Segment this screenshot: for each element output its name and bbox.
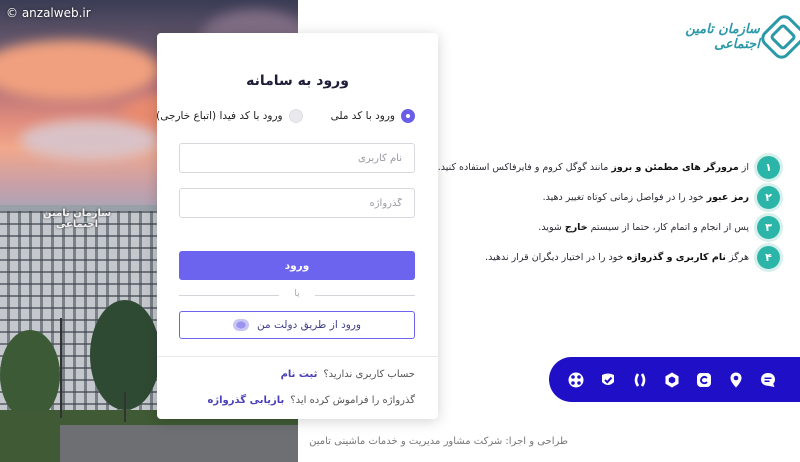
dolat-man-label: ورود از طریق دولت من — [257, 319, 361, 331]
tip-text: رمز عبور خود را در فواصل زمانی کوتاه تغی… — [542, 191, 749, 203]
tip-number: ۴ — [757, 245, 780, 269]
tip-text: پس از انجام و اتمام کار، حتما از سیستم خ… — [538, 221, 749, 233]
security-tips: ۱ از مرورگر های مطمئن و بروز مانند گوگل … — [437, 155, 780, 276]
recover-password-link[interactable]: بازیابی گذرواژه — [207, 395, 284, 406]
tip-item: ۲ رمز عبور خود را در فواصل زمانی کوتاه ت… — [438, 185, 780, 209]
social-links-bar — [549, 357, 800, 402]
tip-text: هرگز نام کاربری و گذرواژه خود را در اختی… — [485, 251, 749, 263]
building-sign: سازمان تامین اجتماعی — [42, 208, 112, 230]
location-icon[interactable] — [727, 371, 745, 389]
tamin-logo-icon — [757, 11, 800, 63]
tip-item: ۴ هرگز نام کاربری و گذرواژه خود را در اخ… — [438, 245, 780, 269]
tip-number: ۱ — [757, 155, 780, 179]
login-card: ورود به سامانه ورود با کد ملی ورود با کد… — [156, 33, 438, 419]
forgot-row: گذرواژه را فراموش کرده اید؟ بازیابی گذرو… — [207, 395, 415, 406]
tip-item: ۱ از مرورگر های مطمئن و بروز مانند گوگل … — [437, 155, 780, 179]
tip-text: از مرورگر های مطمئن و بروز مانند گوگل کر… — [437, 161, 749, 173]
login-button[interactable]: ورود — [179, 251, 415, 280]
forgot-text: گذرواژه را فراموش کرده اید؟ — [290, 395, 415, 406]
dolat-man-icon — [233, 319, 250, 331]
register-link[interactable]: ثبت نام — [281, 369, 318, 380]
login-method-radios: ورود با کد ملی ورود با کد فیدا (اتباع خا… — [156, 109, 415, 123]
or-text: یا — [294, 289, 300, 299]
watermark: © anzalweb.ir — [6, 6, 91, 20]
tamin-logo-text: سازمان تامین اجتماعی — [685, 22, 760, 52]
eitaa-icon[interactable] — [695, 371, 713, 389]
rubika-icon[interactable] — [663, 371, 681, 389]
radio-national-code[interactable] — [401, 109, 415, 123]
radio-national-code-label[interactable]: ورود با کد ملی — [331, 110, 395, 122]
radio-fida-code-label[interactable]: ورود با کد فیدا (اتباع خارجی) — [156, 110, 283, 122]
password-input[interactable] — [179, 188, 415, 218]
tamin-logo[interactable]: سازمان تامین اجتماعی — [650, 11, 800, 63]
register-row: حساب کاربری ندارید؟ ثبت نام — [281, 369, 415, 380]
footer-credit: طراحی و اجرا: شرکت مشاور مدیریت و خدمات … — [309, 436, 568, 447]
tip-item: ۳ پس از انجام و اتمام کار، حتما از سیستم… — [438, 215, 780, 239]
chat-icon[interactable] — [759, 371, 777, 389]
soroush-icon[interactable] — [599, 371, 617, 389]
aparat-icon[interactable] — [567, 371, 585, 389]
dolat-man-login-button[interactable]: ورود از طریق دولت من — [179, 311, 415, 339]
login-title: ورود به سامانه — [246, 73, 349, 89]
no-account-text: حساب کاربری ندارید؟ — [323, 369, 415, 380]
or-separator: یا — [179, 289, 415, 301]
tip-number: ۳ — [757, 215, 780, 239]
username-input[interactable] — [179, 143, 415, 173]
bale-icon[interactable] — [631, 371, 649, 389]
radio-fida-code[interactable] — [288, 109, 303, 123]
tip-number: ۲ — [757, 185, 780, 209]
card-divider — [157, 356, 438, 357]
